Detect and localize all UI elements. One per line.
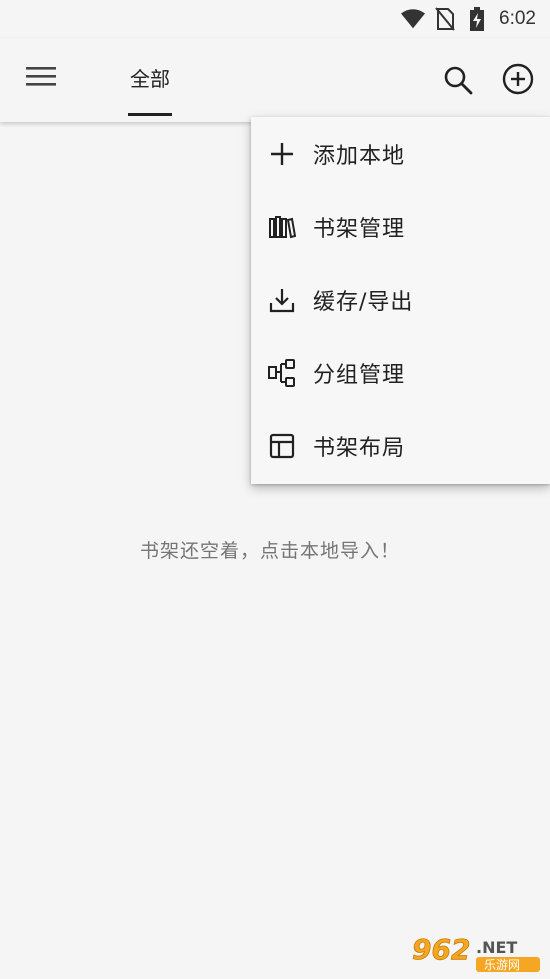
tab-indicator: [128, 113, 172, 116]
tab-all-label: 全部: [130, 67, 170, 91]
hamburger-menu-icon[interactable]: [24, 64, 60, 94]
bookshelf-icon: [267, 212, 297, 242]
app-toolbar: 全部: [0, 38, 550, 122]
status-bar: 6:02: [0, 0, 550, 38]
layout-icon: [267, 431, 297, 461]
svg-text:962: 962: [412, 933, 470, 966]
download-icon: [267, 285, 297, 315]
status-time: 6:02: [499, 8, 536, 29]
menu-item-label: 添加本地: [313, 143, 406, 169]
menu-item-bookshelf-manage[interactable]: 书架管理: [251, 190, 550, 263]
menu-item-label: 分组管理: [313, 362, 406, 388]
wifi-icon: [401, 7, 426, 31]
menu-item-add-local[interactable]: 添加本地: [251, 117, 550, 190]
popup-menu: 添加本地 书架管理 缓存/导出 分组管理 书架布局: [251, 117, 550, 484]
search-icon[interactable]: [442, 64, 474, 96]
group-tree-icon: [267, 358, 297, 388]
add-circle-icon[interactable]: [501, 62, 535, 96]
menu-item-cache-export[interactable]: 缓存/导出: [251, 263, 550, 336]
svg-text:.NET: .NET: [476, 938, 517, 957]
battery-charging-icon: [465, 7, 489, 31]
menu-item-group-manage[interactable]: 分组管理: [251, 336, 550, 409]
svg-text:乐游网: 乐游网: [484, 958, 520, 972]
menu-item-label: 书架管理: [313, 216, 406, 242]
tab-all[interactable]: 全部: [128, 64, 172, 116]
menu-item-label: 缓存/导出: [313, 289, 414, 315]
plus-icon: [267, 139, 297, 169]
empty-shelf-message: 书架还空着，点击本地导入！: [139, 540, 400, 562]
watermark-logo: 962 .NET 乐游网: [410, 931, 542, 973]
no-sim-icon: [433, 7, 457, 31]
menu-item-bookshelf-layout[interactable]: 书架布局: [251, 409, 550, 482]
menu-item-label: 书架布局: [313, 435, 406, 461]
